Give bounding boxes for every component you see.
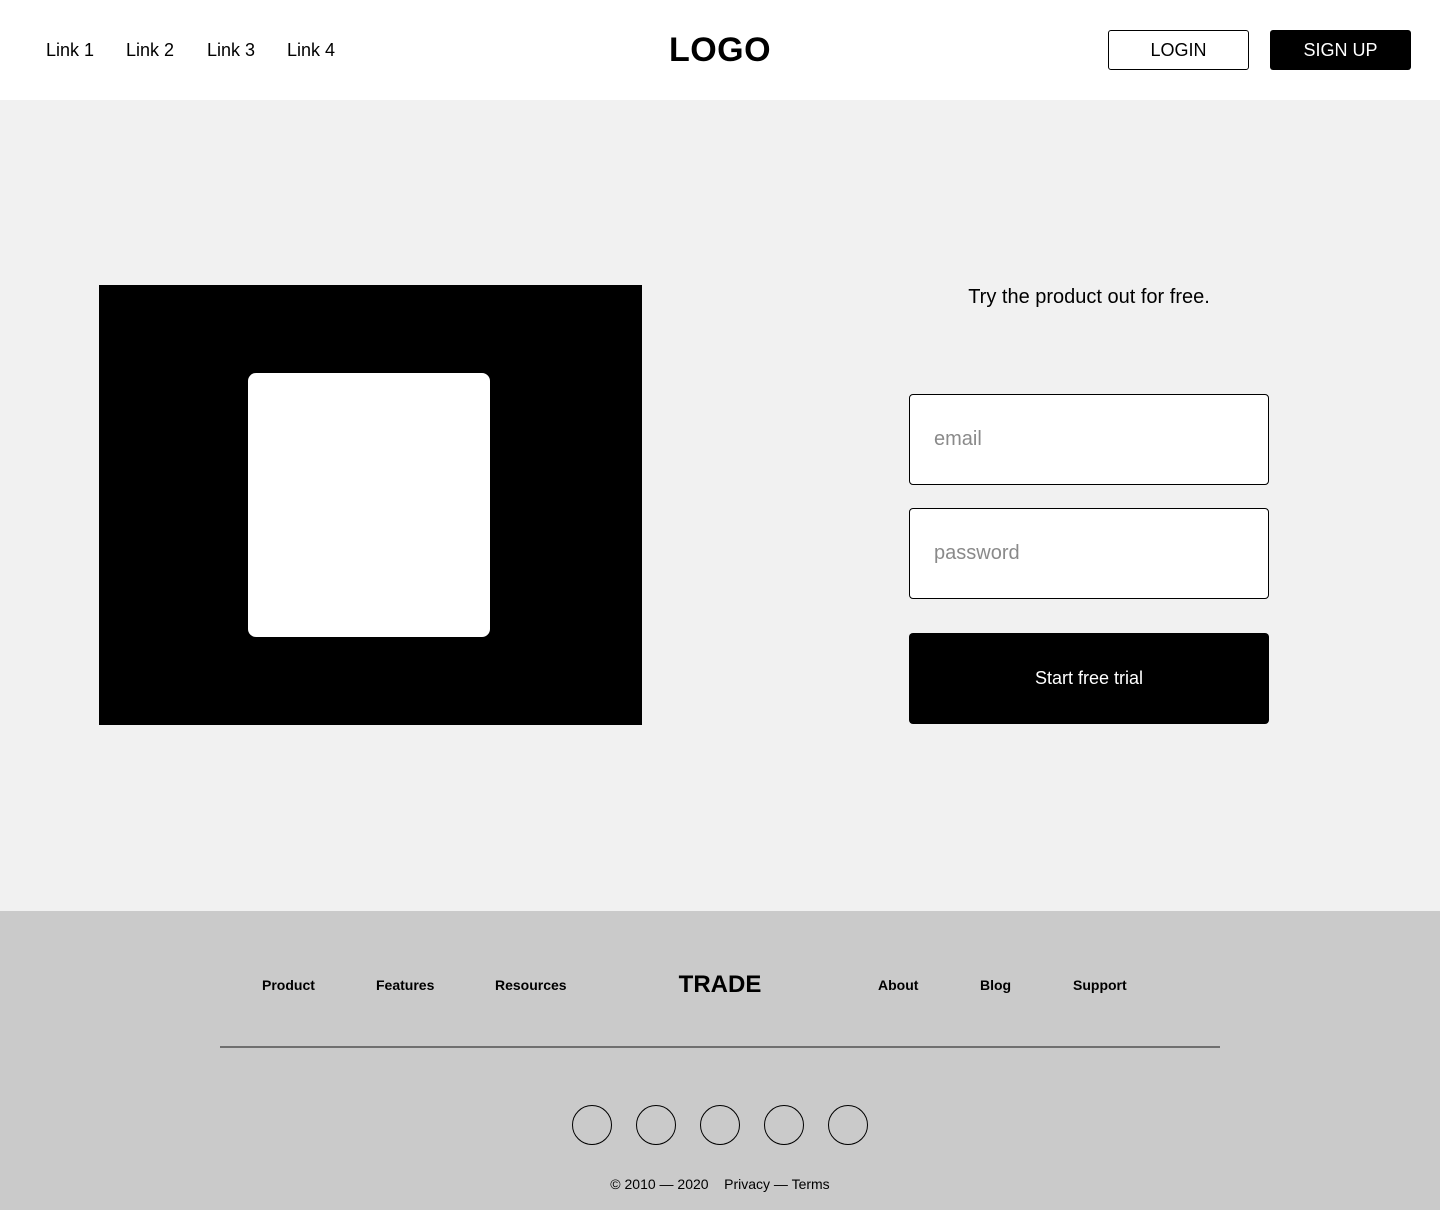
nav-link-2[interactable]: Link 2 (126, 38, 174, 62)
social-icon-1[interactable] (572, 1105, 612, 1145)
hero-media-placeholder (99, 285, 642, 725)
footer-link-blog[interactable]: Blog (980, 976, 1011, 994)
footer-link-features[interactable]: Features (376, 976, 434, 994)
footer-legal: © 2010 — 2020 Privacy — Terms (0, 1175, 1440, 1193)
footer-brand[interactable]: TRADE (620, 970, 820, 1000)
footer-link-resources[interactable]: Resources (495, 976, 567, 994)
start-free-trial-button[interactable]: Start free trial (909, 633, 1269, 724)
site-logo[interactable]: LOGO (620, 30, 820, 70)
email-field[interactable] (909, 394, 1269, 485)
nav-link-1[interactable]: Link 1 (46, 38, 94, 62)
nav-link-3[interactable]: Link 3 (207, 38, 255, 62)
hero-tagline: Try the product out for free. (968, 286, 1210, 308)
social-icon-5[interactable] (828, 1105, 868, 1145)
login-button[interactable]: LOGIN (1108, 30, 1249, 70)
privacy-terms-links[interactable]: Privacy — Terms (724, 1176, 830, 1192)
footer-link-about[interactable]: About (878, 976, 918, 994)
hero-section: Try the product out for free. Start free… (0, 100, 1440, 911)
footer-link-support[interactable]: Support (1073, 976, 1127, 994)
social-icon-4[interactable] (764, 1105, 804, 1145)
social-icon-2[interactable] (636, 1105, 676, 1145)
password-field[interactable] (909, 508, 1269, 599)
site-footer: Product Features Resources TRADE About B… (0, 911, 1440, 1210)
hero-media-inner-box (248, 373, 490, 637)
copyright-text: © 2010 — 2020 (610, 1176, 709, 1192)
signup-button[interactable]: SIGN UP (1270, 30, 1411, 70)
social-icon-3[interactable] (700, 1105, 740, 1145)
footer-link-product[interactable]: Product (262, 976, 315, 994)
footer-divider (220, 1046, 1220, 1048)
site-header: Link 1 Link 2 Link 3 Link 4 LOGO LOGIN S… (0, 0, 1440, 100)
nav-link-4[interactable]: Link 4 (287, 38, 335, 62)
